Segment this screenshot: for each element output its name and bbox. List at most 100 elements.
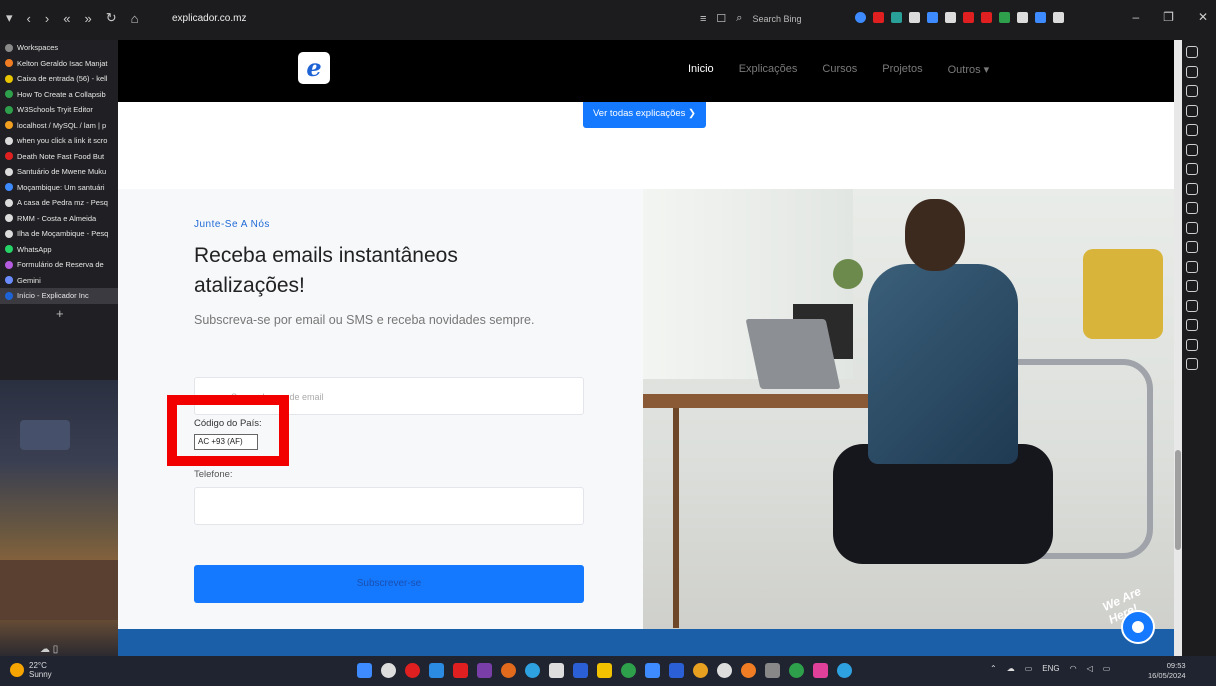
country-code-select[interactable]: AC +93 (AF) [194,434,258,450]
nav-link[interactable]: Explicações [739,63,798,76]
sidebar-tab-item[interactable]: when you click a link it scro [0,133,118,149]
sidebar-tab-item[interactable]: WhatsApp [0,242,118,258]
extension-icon[interactable] [927,12,938,23]
sidebar-tab-item[interactable]: Ilha de Moçambique - Pesq [0,226,118,242]
app-icon[interactable] [837,663,852,678]
sidebar-tab-item[interactable]: Início - Explicador Inc [0,288,118,304]
profile-icon[interactable] [855,12,866,23]
browser-menu-icon[interactable]: ▾ [6,10,13,26]
cloud-icon[interactable]: ☁ [1007,664,1015,673]
add-panel-icon[interactable] [1186,358,1198,370]
nav-link[interactable]: Cursos [822,63,857,76]
extension-icon[interactable] [945,12,956,23]
clock[interactable]: 09:53 16/05/2024 [1148,661,1186,681]
onenote-icon[interactable] [477,663,492,678]
sidebar-tab-item[interactable]: Santuário de Mwene Muku [0,164,118,180]
sidebar-tab-item[interactable]: A casa de Pedra mz - Pesq [0,195,118,211]
web-panel-icon[interactable] [1186,338,1198,351]
sidebar-tab-item[interactable]: Gemini [0,273,118,289]
vivaldi-icon[interactable] [1186,299,1198,312]
app-icon[interactable] [765,663,780,678]
sidebar-tab-item[interactable]: Kelton Geraldo Isac Manjat [0,56,118,72]
sidebar-cloud-icon[interactable]: ☁ ▯ [40,644,58,655]
vscode-icon[interactable] [429,663,444,678]
app-icon[interactable] [645,663,660,678]
app-icon[interactable] [621,663,636,678]
bookmark-icon[interactable] [1186,46,1198,58]
sidebar-tab-item[interactable]: Caixa de entrada (56) - kell [0,71,118,87]
download-icon[interactable] [1186,85,1198,97]
battery-icon[interactable]: ▭ [1103,664,1111,673]
email-input[interactable]: Seu endereço de email [194,377,584,415]
sidebar-tab-item[interactable]: Workspaces [0,40,118,56]
messenger-icon[interactable] [1186,280,1198,292]
subscribe-button[interactable]: Subscrever-se [194,565,584,603]
read-aloud-icon[interactable]: ≡ [700,13,706,25]
language-indicator[interactable]: ENG [1042,664,1059,673]
contacts-icon[interactable] [1186,260,1198,273]
close-icon[interactable]: ✕ [1198,10,1208,24]
search-icon[interactable] [381,663,396,678]
translate-icon[interactable] [1186,163,1198,175]
scrollbar-thumb[interactable] [1175,450,1181,550]
new-tab-button[interactable]: + [0,306,118,321]
vivaldi-icon[interactable] [453,663,468,678]
sidebar-tab-item[interactable]: localhost / MySQL / lam | p [0,118,118,134]
wifi-icon[interactable]: ◠ [1070,664,1077,673]
app-icon[interactable] [693,663,708,678]
tasks-icon[interactable] [1186,221,1198,234]
url-bar[interactable]: explicador.co.mz [172,13,246,24]
reload-icon[interactable]: ↻ [106,10,117,26]
window-icon[interactable] [1186,143,1198,156]
app-icon[interactable] [813,663,828,678]
app-icon[interactable] [789,663,804,678]
sidebar-tab-item[interactable]: Formulário de Reserva de [0,257,118,273]
search-box[interactable]: ≡ ☐ ⌕ Search Bing [700,12,802,25]
extension-icon[interactable] [1053,12,1064,23]
view-all-button[interactable]: Ver todas explicações ❯ [583,102,707,128]
chat-button[interactable] [1121,610,1155,644]
page-scrollbar[interactable] [1174,40,1182,656]
sidebar-tab-item[interactable]: Moçambique: Um santuári [0,180,118,196]
notes-icon[interactable] [1186,124,1198,136]
back-icon[interactable]: ‹ [27,11,31,26]
extension-icon[interactable] [1035,12,1046,23]
start-icon[interactable] [357,663,372,678]
chevron-up-icon[interactable]: ⌃ [990,664,997,673]
site-logo[interactable]: e [298,52,330,84]
minimize-icon[interactable]: – [1132,10,1139,24]
phone-input[interactable] [194,487,584,525]
extension-icon[interactable] [909,12,920,23]
wikipedia-icon[interactable] [1186,319,1198,331]
nav-link[interactable]: Inicio [688,63,714,76]
app-icon[interactable] [549,663,564,678]
calendar-icon[interactable] [1186,202,1198,214]
word-icon[interactable] [573,663,588,678]
extension-icon[interactable] [963,12,974,23]
keyboard-icon[interactable]: ▭ [1025,664,1033,673]
opera-icon[interactable] [405,663,420,678]
sidebar-tab-item[interactable]: How To Create a Collapsib [0,87,118,103]
home-icon[interactable]: ⌂ [131,11,139,26]
nav-link[interactable]: Projetos [882,63,922,76]
sidebar-tab-item[interactable]: RMM - Costa e Almeida [0,211,118,227]
extension-icon[interactable] [981,12,992,23]
maximize-icon[interactable]: ❐ [1163,10,1174,24]
nav-link[interactable]: Outros ▾ [948,63,990,76]
chrome-icon[interactable] [717,663,732,678]
forward-icon[interactable]: › [45,11,49,26]
history-icon[interactable] [1186,104,1198,117]
mail-icon[interactable] [1186,182,1198,195]
app-icon[interactable] [525,663,540,678]
extension-icon[interactable] [1017,12,1028,23]
download-icon[interactable] [669,663,684,678]
sidebar-tab-item[interactable]: W3Schools Tryit Editor [0,102,118,118]
file-explorer-icon[interactable] [597,663,612,678]
bookmark-icon[interactable]: ☐ [716,12,726,25]
volume-icon[interactable]: ◁ [1087,664,1093,673]
extension-icon[interactable] [999,12,1010,23]
extension-icon[interactable] [891,12,902,23]
weather-widget[interactable]: 22°C Sunny [10,661,52,679]
app-icon[interactable] [741,663,756,678]
fast-forward-icon[interactable]: » [84,11,91,26]
